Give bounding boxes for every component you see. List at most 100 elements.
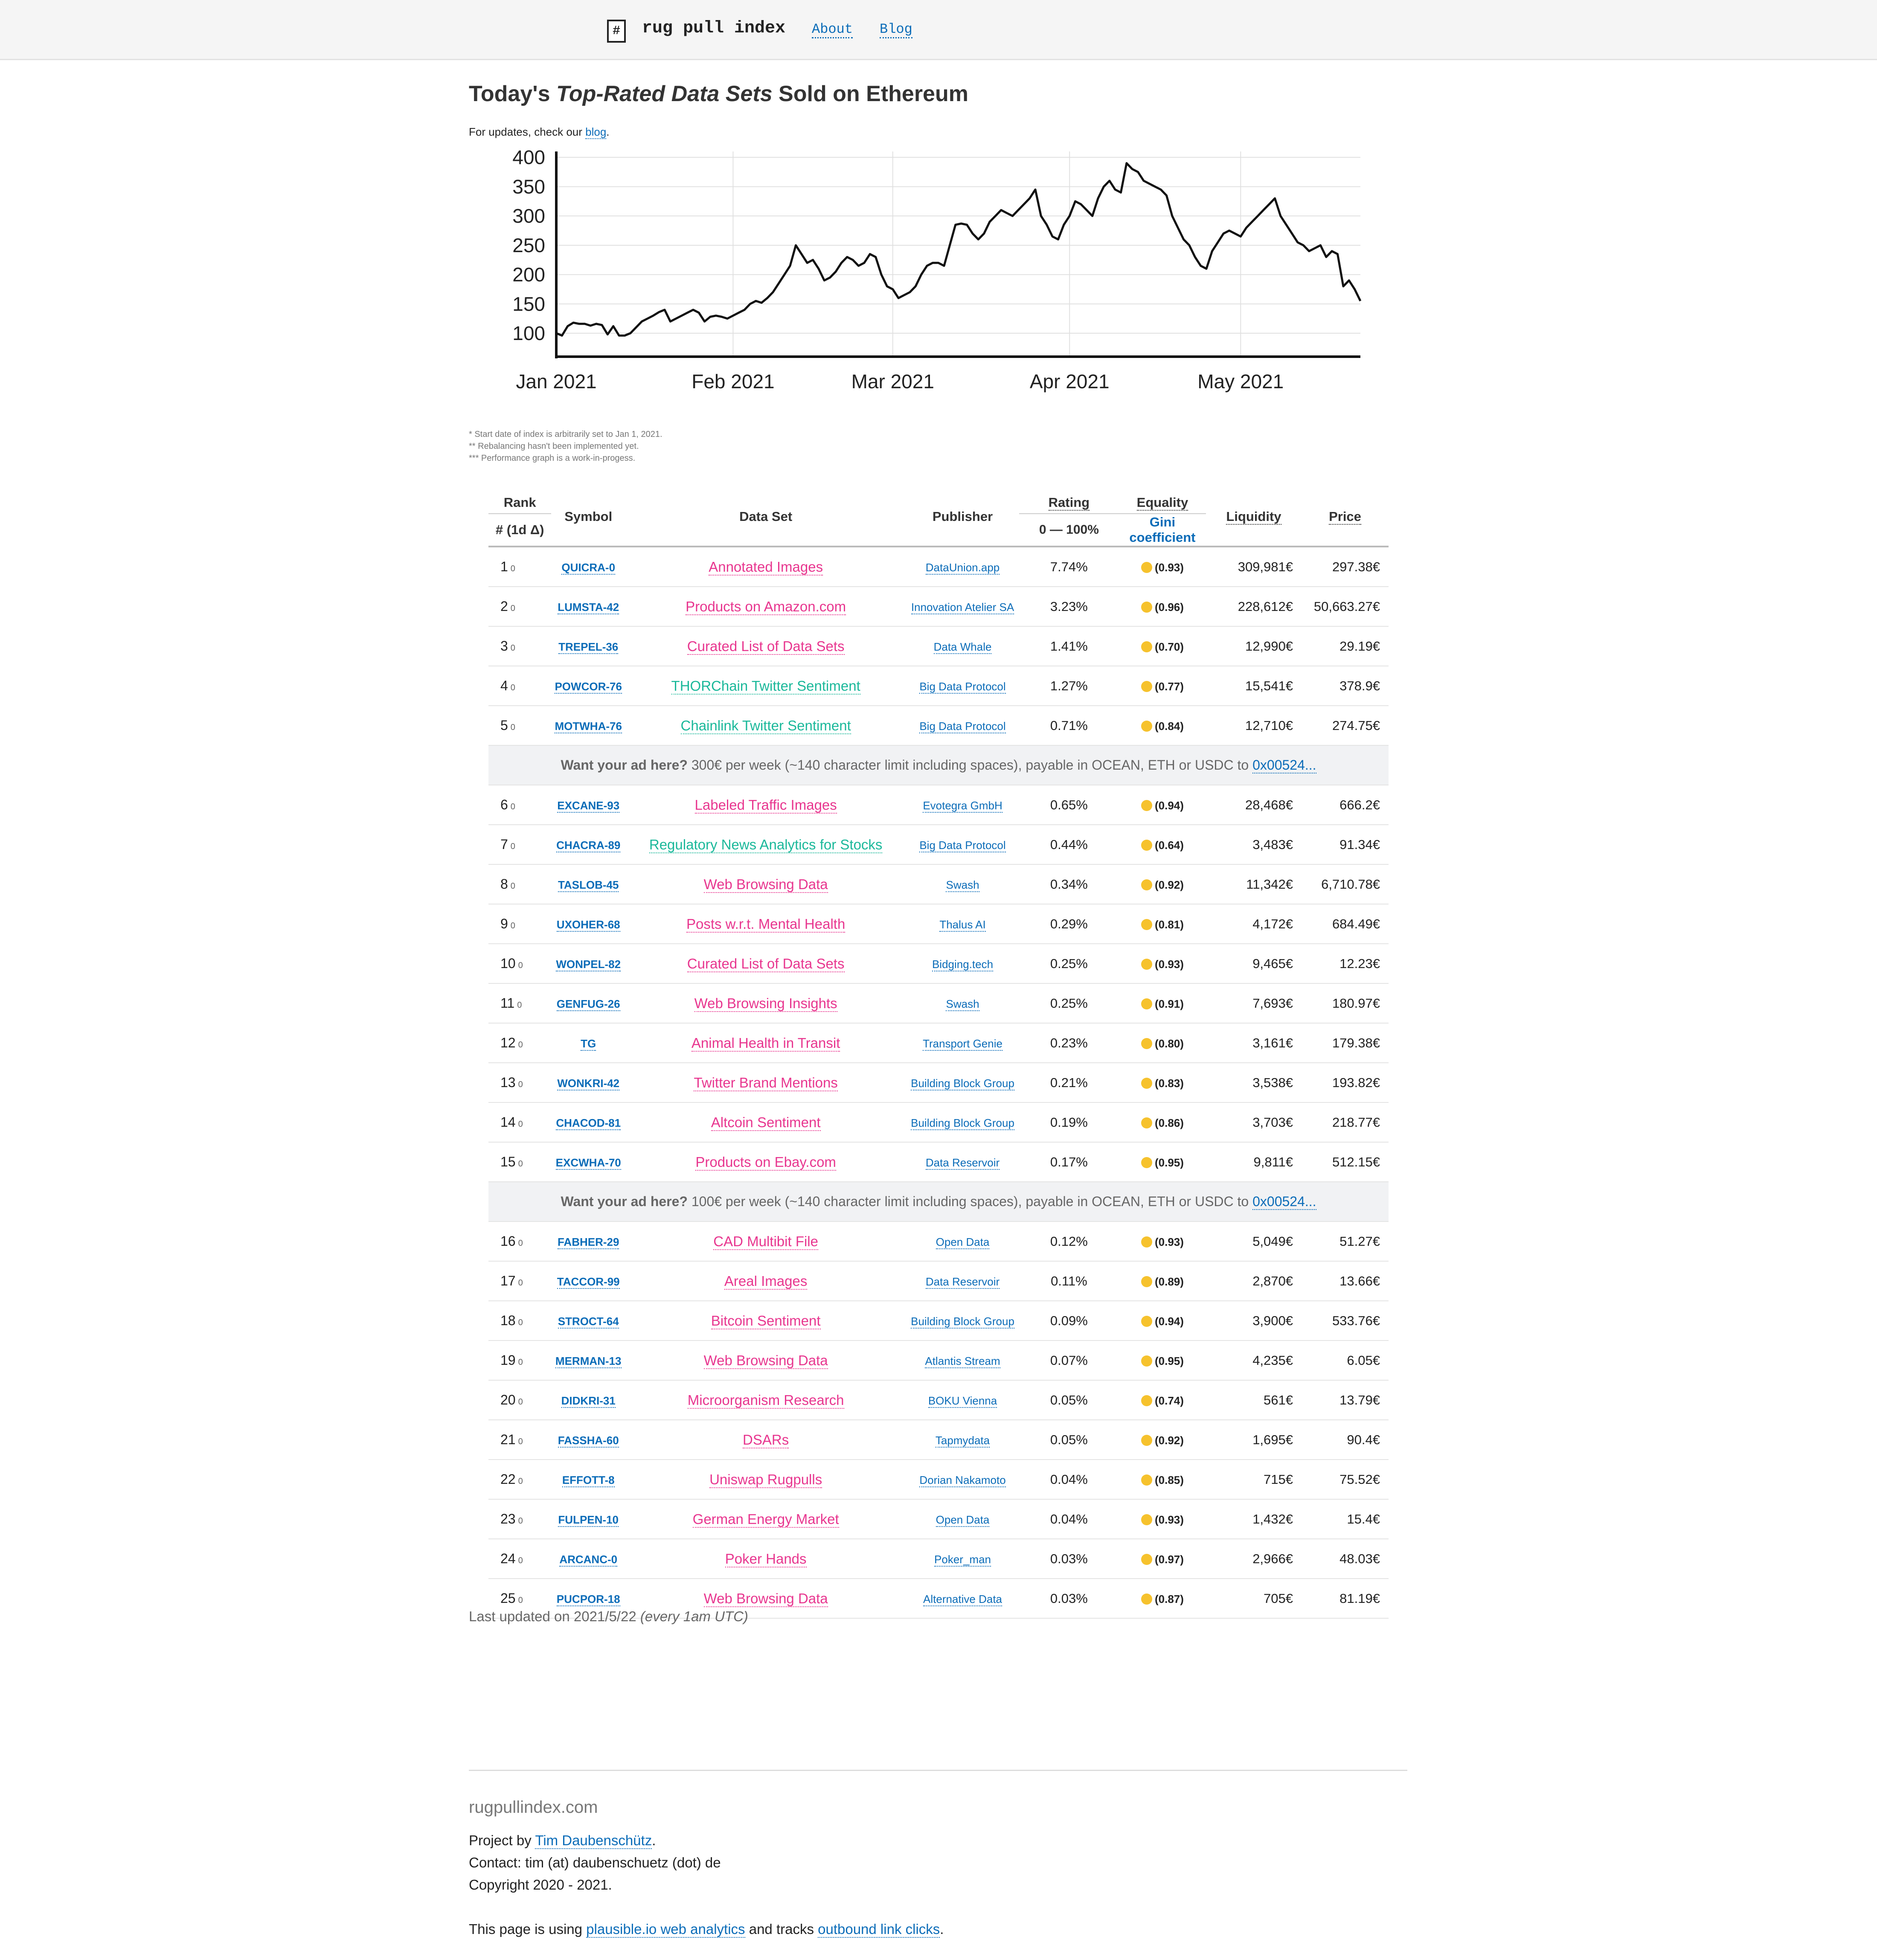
symbol-link[interactable]: TASLOB-45 bbox=[558, 878, 619, 892]
x-tick-label: Mar 2021 bbox=[851, 370, 934, 393]
symbol-link[interactable]: FABHER-29 bbox=[557, 1235, 619, 1249]
ad-address-link[interactable]: 0x00524... bbox=[1252, 757, 1316, 774]
symbol-link[interactable]: EXCWHA-70 bbox=[555, 1156, 621, 1170]
outbound-clicks-link[interactable]: outbound link clicks bbox=[818, 1921, 940, 1938]
gini-value: (0.83) bbox=[1154, 1076, 1184, 1090]
publisher-link[interactable]: Tapmydata bbox=[935, 1434, 990, 1448]
publisher-link[interactable]: Bidging.tech bbox=[932, 957, 994, 971]
gini-value: (0.87) bbox=[1154, 1592, 1184, 1605]
symbol-link[interactable]: LUMSTA-42 bbox=[558, 600, 619, 614]
publisher-link[interactable]: Open Data bbox=[936, 1513, 990, 1527]
publisher-link[interactable]: Thalus AI bbox=[939, 918, 986, 932]
symbol-link[interactable]: PUCPOR-18 bbox=[556, 1592, 620, 1606]
dataset-link[interactable]: Web Browsing Data bbox=[703, 876, 828, 893]
symbol-link[interactable]: TREPEL-36 bbox=[558, 640, 619, 654]
symbol-link[interactable]: STROCT-64 bbox=[558, 1314, 619, 1329]
publisher-link[interactable]: Swash bbox=[946, 997, 979, 1011]
dataset-link[interactable]: Altcoin Sentiment bbox=[711, 1114, 821, 1131]
liquidity-cell: 228,612€ bbox=[1206, 587, 1302, 627]
header-equality[interactable]: Equality bbox=[1119, 487, 1206, 514]
publisher-link[interactable]: Open Data bbox=[936, 1235, 990, 1249]
symbol-link[interactable]: QUICRA-0 bbox=[561, 561, 616, 575]
nav-blog-link[interactable]: Blog bbox=[880, 21, 912, 38]
brand-name[interactable]: rug pull index bbox=[642, 19, 785, 38]
publisher-link[interactable]: Building Block Group bbox=[911, 1076, 1014, 1091]
publisher-link[interactable]: Data Whale bbox=[933, 640, 992, 654]
ad-address-link[interactable]: 0x00524... bbox=[1252, 1194, 1316, 1210]
dataset-link[interactable]: German Energy Market bbox=[692, 1511, 839, 1528]
dataset-link[interactable]: Twitter Brand Mentions bbox=[694, 1074, 838, 1091]
header-equality-sub[interactable]: Gini coefficient bbox=[1119, 514, 1206, 547]
header-liquidity[interactable]: Liquidity bbox=[1206, 487, 1302, 547]
dataset-link[interactable]: Curated List of Data Sets bbox=[687, 638, 845, 655]
dataset-link[interactable]: Web Browsing Insights bbox=[694, 995, 837, 1012]
symbol-link[interactable]: POWCOR-76 bbox=[555, 680, 622, 694]
publisher-link[interactable]: Swash bbox=[946, 878, 979, 892]
dataset-link[interactable]: Curated List of Data Sets bbox=[687, 955, 845, 972]
publisher-link[interactable]: Big Data Protocol bbox=[919, 680, 1006, 694]
dataset-link[interactable]: Web Browsing Data bbox=[703, 1590, 828, 1607]
publisher-link[interactable]: Innovation Atelier SA bbox=[911, 600, 1014, 614]
symbol-cell: CHACOD-81 bbox=[551, 1102, 626, 1143]
dataset-link[interactable]: Annotated Images bbox=[709, 558, 823, 576]
symbol-link[interactable]: UXOHER-68 bbox=[556, 918, 620, 932]
publisher-link[interactable]: DataUnion.app bbox=[925, 561, 1000, 575]
symbol-link[interactable]: TACCOR-99 bbox=[557, 1275, 620, 1289]
publisher-link[interactable]: Big Data Protocol bbox=[919, 838, 1006, 852]
dataset-link[interactable]: THORChain Twitter Sentiment bbox=[671, 678, 860, 695]
header-rating[interactable]: Rating bbox=[1019, 487, 1119, 514]
gini-coefficient-link[interactable]: Gini coefficient bbox=[1129, 515, 1195, 545]
publisher-link[interactable]: Data Reservoir bbox=[925, 1275, 1000, 1289]
publisher-link[interactable]: Building Block Group bbox=[911, 1314, 1014, 1329]
publisher-link[interactable]: Poker_man bbox=[934, 1553, 991, 1567]
nav-about-link[interactable]: About bbox=[812, 21, 853, 38]
symbol-link[interactable]: EXCANE-93 bbox=[557, 799, 620, 813]
dataset-link[interactable]: Animal Health in Transit bbox=[691, 1035, 840, 1052]
dataset-link[interactable]: Microorganism Research bbox=[687, 1392, 844, 1409]
header-price[interactable]: Price bbox=[1302, 487, 1389, 547]
dataset-link[interactable]: Areal Images bbox=[724, 1273, 808, 1290]
publisher-link[interactable]: Big Data Protocol bbox=[919, 719, 1006, 733]
publisher-link[interactable]: BOKU Vienna bbox=[928, 1394, 997, 1408]
dataset-link[interactable]: Labeled Traffic Images bbox=[694, 797, 837, 814]
symbol-link[interactable]: ARCANC-0 bbox=[559, 1553, 618, 1567]
liquidity-cell: 3,161€ bbox=[1206, 1023, 1302, 1063]
publisher-link[interactable]: Evotegra GmbH bbox=[923, 799, 1002, 813]
publisher-link[interactable]: Alternative Data bbox=[923, 1592, 1002, 1606]
publisher-link[interactable]: Atlantis Stream bbox=[925, 1354, 1000, 1368]
symbol-link[interactable]: MERMAN-13 bbox=[555, 1354, 622, 1368]
symbol-link[interactable]: FULPEN-10 bbox=[558, 1513, 619, 1527]
dataset-link[interactable]: CAD Multibit File bbox=[713, 1233, 818, 1250]
dataset-link[interactable]: Regulatory News Analytics for Stocks bbox=[649, 836, 883, 853]
symbol-link[interactable]: FASSHA-60 bbox=[558, 1434, 619, 1448]
symbol-link[interactable]: TG bbox=[581, 1037, 596, 1051]
logo-icon[interactable]: # bbox=[607, 20, 626, 43]
dataset-link[interactable]: Products on Ebay.com bbox=[695, 1154, 836, 1171]
publisher-link[interactable]: Transport Genie bbox=[923, 1037, 1002, 1051]
symbol-link[interactable]: EFFOTT-8 bbox=[562, 1473, 615, 1487]
symbol-link[interactable]: WONKRI-42 bbox=[557, 1076, 620, 1091]
author-link[interactable]: Tim Daubenschütz bbox=[535, 1832, 652, 1849]
dataset-link[interactable]: Bitcoin Sentiment bbox=[711, 1312, 821, 1329]
price-cell: 6,710.78€ bbox=[1302, 864, 1389, 904]
dataset-link[interactable]: Posts w.r.t. Mental Health bbox=[686, 916, 846, 933]
blog-link[interactable]: blog bbox=[585, 125, 607, 139]
publisher-link[interactable]: Data Reservoir bbox=[925, 1156, 1000, 1170]
symbol-link[interactable]: WONPEL-82 bbox=[556, 957, 621, 971]
dataset-link[interactable]: Products on Amazon.com bbox=[686, 598, 846, 615]
publisher-link[interactable]: Dorian Nakamoto bbox=[919, 1473, 1006, 1487]
dataset-link[interactable]: Web Browsing Data bbox=[703, 1352, 828, 1369]
rank-cell: 60 bbox=[488, 785, 552, 825]
symbol-link[interactable]: CHACOD-81 bbox=[556, 1116, 621, 1130]
dataset-link[interactable]: DSARs bbox=[743, 1431, 789, 1448]
dataset-link[interactable]: Poker Hands bbox=[725, 1550, 807, 1567]
publisher-link[interactable]: Building Block Group bbox=[911, 1116, 1014, 1130]
plausible-link[interactable]: plausible.io web analytics bbox=[586, 1921, 745, 1938]
symbol-link[interactable]: GENFUG-26 bbox=[556, 997, 620, 1011]
symbol-link[interactable]: CHACRA-89 bbox=[556, 838, 621, 852]
symbol-link[interactable]: MOTWHA-76 bbox=[555, 719, 622, 733]
symbol-link[interactable]: DIDKRI-31 bbox=[561, 1394, 616, 1408]
analytics-end: . bbox=[940, 1921, 944, 1937]
dataset-link[interactable]: Chainlink Twitter Sentiment bbox=[680, 717, 851, 734]
dataset-link[interactable]: Uniswap Rugpulls bbox=[709, 1471, 822, 1488]
